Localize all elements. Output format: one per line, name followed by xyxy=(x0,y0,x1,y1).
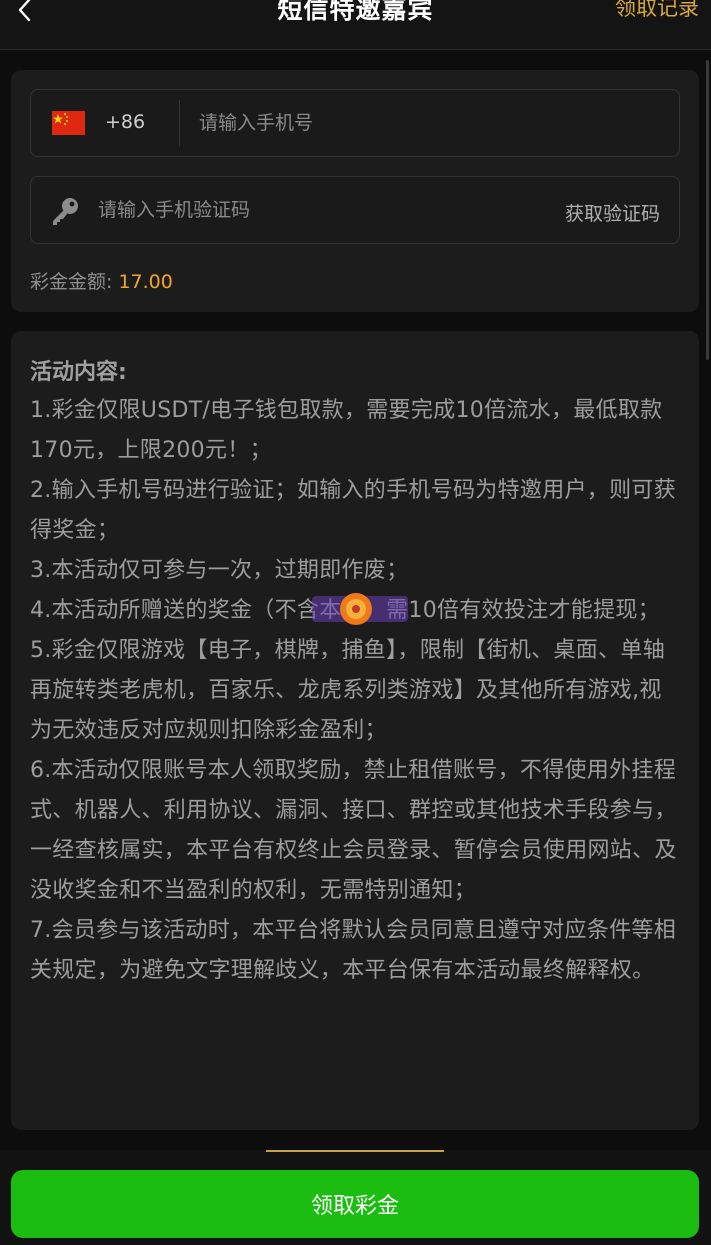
watermark-badge-icon xyxy=(312,593,408,625)
activity-rule: 5.彩金仅限游戏【电子，棋牌，捕鱼】，限制【街机、桌面、单轴再旋转类老虎机，百家… xyxy=(30,638,665,743)
activity-title: 活动内容: xyxy=(30,360,127,385)
phone-field: +86 xyxy=(30,89,680,157)
claim-bonus-button[interactable]: 领取彩金 xyxy=(11,1170,699,1238)
bonus-value: 17.00 xyxy=(118,271,173,293)
page-title: 短信特邀嘉宾 xyxy=(277,0,434,24)
gold-indicator xyxy=(266,1150,444,1152)
get-code-button[interactable]: 获取验证码 xyxy=(565,199,660,226)
code-input[interactable] xyxy=(98,191,518,229)
bonus-amount: 彩金金额: 17.00 xyxy=(30,267,173,294)
verification-form: +86 获取验证码 彩金金额: 17.00 xyxy=(11,70,699,312)
page: 短信特邀嘉宾 领取记录 +86 请输入手机号 请输入手机验证码 获取验证码 彩金… xyxy=(0,0,711,1245)
activity-rule: 2.输入手机号码进行验证；如输入的手机号码为特邀用户，则可获得奖金； xyxy=(30,478,676,543)
header: 短信特邀嘉宾 领取记录 xyxy=(0,0,711,50)
bonus-label: 彩金金额: xyxy=(30,271,113,293)
activity-rule: 1.彩金仅限USDT/电子钱包取款，需要完成10倍流水，最低取款170元，上限2… xyxy=(30,398,663,463)
records-link[interactable]: 领取记录 xyxy=(615,0,699,22)
field-divider xyxy=(179,100,180,146)
key-icon xyxy=(53,198,78,225)
activity-rule: 6.本活动仅限账号本人领取奖励，禁止租借账号，不得使用外挂程式、机器人、利用协议… xyxy=(30,758,677,903)
phone-input[interactable] xyxy=(199,104,659,142)
activity-content: 活动内容: 1.彩金仅限USDT/电子钱包取款，需要完成10倍流水，最低取款17… xyxy=(11,331,699,1130)
activity-rule: 7.会员参与该活动时，本平台将默认会员同意且遵守对应条件等相关规定，为避免文字理… xyxy=(30,918,676,983)
activity-rule: 3.本活动仅可参与一次，过期即作废； xyxy=(30,558,409,583)
china-flag-icon xyxy=(52,111,85,135)
country-code[interactable]: +86 xyxy=(105,111,145,133)
scrollbar[interactable] xyxy=(706,60,709,360)
code-field: 获取验证码 xyxy=(30,176,680,244)
